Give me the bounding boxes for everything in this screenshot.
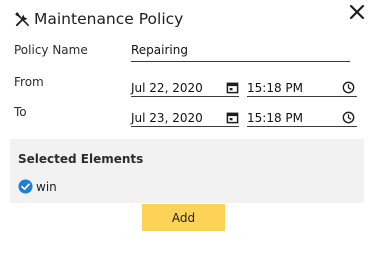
from-time-underline xyxy=(247,96,357,97)
to-time-underline xyxy=(247,126,357,127)
policy-name-input[interactable]: Repairing xyxy=(131,43,188,57)
policy-name-underline xyxy=(131,61,350,62)
check-circle-icon[interactable] xyxy=(18,179,33,194)
dialog-title: Maintenance Policy xyxy=(34,10,184,28)
tools-icon xyxy=(15,11,29,26)
policy-name-label: Policy Name xyxy=(14,43,88,57)
to-time-input[interactable]: 15:18 PM xyxy=(247,111,303,125)
calendar-icon[interactable] xyxy=(226,81,239,94)
add-button[interactable]: Add xyxy=(142,204,225,231)
dialog-title-row: Maintenance Policy xyxy=(14,8,183,30)
close-icon[interactable] xyxy=(346,1,368,23)
selected-element-item[interactable]: win xyxy=(18,179,57,194)
selected-element-label: win xyxy=(36,179,57,194)
from-date-underline xyxy=(131,96,239,97)
from-time-input[interactable]: 15:18 PM xyxy=(247,81,303,95)
to-date-input[interactable]: Jul 23, 2020 xyxy=(131,111,203,125)
clock-icon[interactable] xyxy=(342,111,355,124)
calendar-icon[interactable] xyxy=(226,111,239,124)
to-date-underline xyxy=(131,126,239,127)
selected-elements-title: Selected Elements xyxy=(18,152,144,166)
selected-elements-panel: Selected Elements win xyxy=(10,139,364,203)
from-label: From xyxy=(14,75,44,89)
clock-icon[interactable] xyxy=(342,81,355,94)
from-date-input[interactable]: Jul 22, 2020 xyxy=(131,81,203,95)
to-label: To xyxy=(14,105,27,119)
